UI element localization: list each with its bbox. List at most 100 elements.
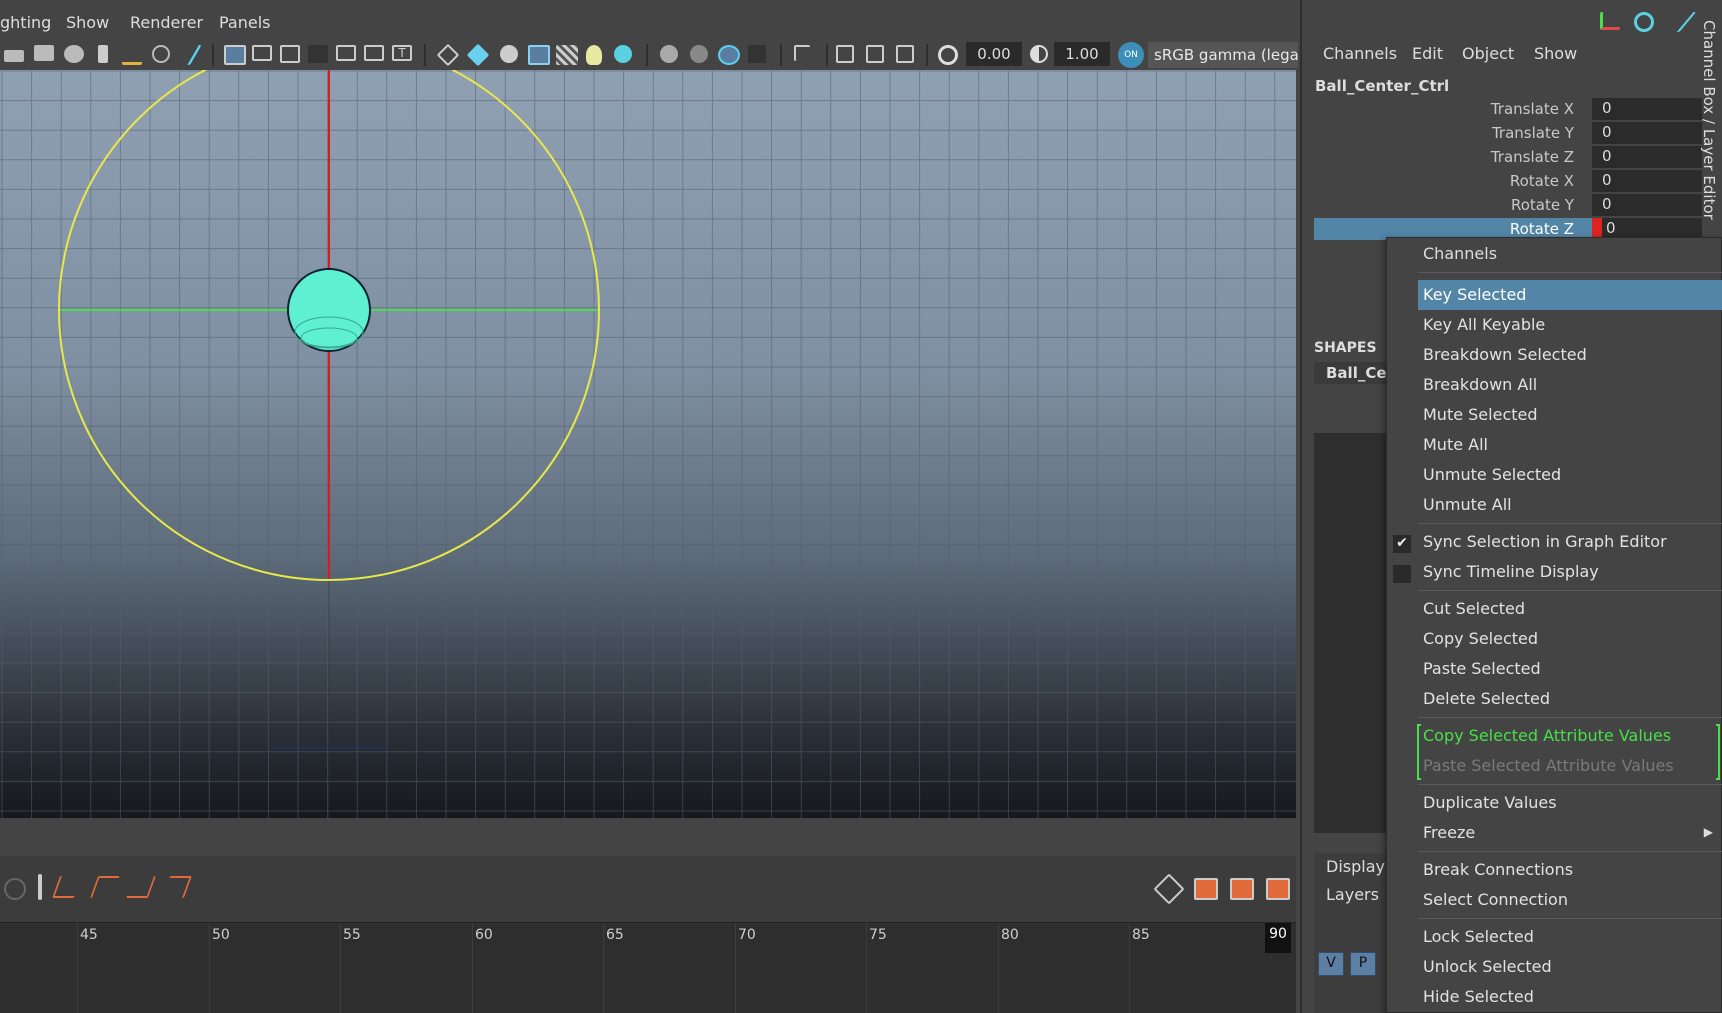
view-transform-dropdown[interactable]: sRGB gamma (legacy — [1148, 42, 1298, 68]
attr-value-field[interactable]: 0 — [1592, 122, 1702, 144]
smooth-shade-icon[interactable] — [466, 43, 490, 67]
exposure-icon[interactable] — [938, 45, 958, 65]
checkbox-checked-icon[interactable]: ✔ — [1393, 535, 1411, 553]
key-tick-icon[interactable] — [38, 874, 42, 900]
menu-unmute-all[interactable]: Unmute All — [1418, 490, 1722, 520]
isolate-select-icon[interactable] — [794, 45, 810, 61]
attr-value-field[interactable]: 0 — [1592, 194, 1702, 216]
attr-value-field[interactable]: 0 — [1592, 98, 1702, 120]
menu-mute-all[interactable]: Mute All — [1418, 430, 1722, 460]
attr-row-translate-z[interactable]: Translate Z 0 — [1314, 146, 1702, 168]
clamped-tangent-icon[interactable] — [89, 876, 121, 898]
menu-unlock-selected[interactable]: Unlock Selected — [1418, 952, 1722, 982]
perspective-viewport[interactable] — [0, 70, 1296, 818]
attr-value-field[interactable]: 0 — [1592, 146, 1702, 168]
use-all-lights-icon[interactable] — [586, 45, 602, 65]
time-editor-icon[interactable] — [1266, 878, 1290, 900]
checkbox-unchecked-icon[interactable] — [1393, 565, 1411, 583]
shape-node-item[interactable]: Ball_Center_Ctrl — [1314, 362, 1394, 384]
menu-sync-selection-graph-editor[interactable]: Sync Selection in Graph Editor — [1418, 527, 1722, 557]
wireframe-on-shaded-icon[interactable] — [528, 45, 550, 65]
cb-menu-show[interactable]: Show — [1534, 44, 1577, 63]
attr-row-rotate-y[interactable]: Rotate Y 0 — [1314, 194, 1702, 216]
menu-copy-selected[interactable]: Copy Selected — [1418, 624, 1722, 654]
anti-aliasing-icon[interactable] — [718, 45, 740, 65]
current-frame-marker[interactable]: 90 — [1265, 923, 1291, 953]
channel-box-vertical-tab[interactable]: Channel Box / Layer Editor — [1696, 20, 1718, 220]
spline-tangent-icon[interactable] — [51, 876, 83, 898]
grease-pencil-icon[interactable] — [176, 45, 202, 65]
stepped-tangent-icon[interactable] — [161, 876, 193, 898]
image-plane-icon[interactable] — [122, 45, 142, 65]
camera-attributes-icon[interactable] — [64, 45, 84, 63]
menu-cut-selected[interactable]: Cut Selected — [1418, 594, 1722, 624]
depth-of-field-icon[interactable] — [748, 45, 766, 63]
menu-freeze[interactable]: Freeze — [1418, 818, 1722, 848]
cb-menu-object[interactable]: Object — [1462, 44, 1514, 63]
gamma-field[interactable]: 1.00 — [1054, 42, 1110, 66]
grid-icon[interactable] — [224, 45, 246, 65]
xray-active-components-icon[interactable] — [866, 45, 884, 63]
human-ik-icon[interactable] — [1634, 12, 1654, 32]
menu-key-selected[interactable]: Key Selected — [1418, 280, 1722, 310]
linear-tangent-icon[interactable] — [125, 876, 157, 898]
attr-row-translate-x[interactable]: Translate X 0 — [1314, 98, 1702, 120]
menu-select-connection[interactable]: Select Connection — [1418, 885, 1722, 915]
layer-playback-button[interactable]: P — [1350, 952, 1376, 976]
menu-unmute-selected[interactable]: Unmute Selected — [1418, 460, 1722, 490]
menu-lock-selected[interactable]: Lock Selected — [1418, 922, 1722, 952]
menu-key-all-keyable[interactable]: Key All Keyable — [1418, 310, 1722, 340]
textured-icon[interactable] — [556, 45, 578, 65]
resolution-gate-icon[interactable] — [280, 45, 300, 63]
graph-editor-icon[interactable] — [1194, 878, 1218, 900]
color-management-toggle[interactable]: ON — [1118, 42, 1144, 68]
menu-sync-timeline-display[interactable]: Sync Timeline Display — [1418, 557, 1722, 587]
shadows-icon[interactable] — [614, 45, 632, 63]
wireframe-icon[interactable] — [436, 43, 460, 67]
menu-break-connections[interactable]: Break Connections — [1418, 855, 1722, 885]
motion-blur-icon[interactable] — [690, 45, 708, 63]
menu-lighting[interactable]: ghting — [0, 13, 51, 32]
xray-icon[interactable] — [836, 45, 854, 63]
exposure-field[interactable]: 0.00 — [966, 42, 1022, 66]
tab-layers[interactable]: Layers — [1326, 885, 1379, 904]
menu-delete-selected[interactable]: Delete Selected — [1418, 684, 1722, 714]
dope-sheet-icon[interactable] — [1230, 878, 1254, 900]
bookmark-icon[interactable] — [98, 45, 108, 63]
menu-mute-selected[interactable]: Mute Selected — [1418, 400, 1722, 430]
screen-space-ao-icon[interactable] — [660, 45, 678, 63]
selected-object-name[interactable]: Ball_Center_Ctrl — [1315, 77, 1449, 95]
menu-breakdown-all[interactable]: Breakdown All — [1418, 370, 1722, 400]
xray-joints-icon[interactable] — [896, 45, 914, 63]
menu-renderer[interactable]: Renderer — [130, 13, 203, 32]
menu-paste-selected[interactable]: Paste Selected — [1418, 654, 1722, 684]
safe-title-icon[interactable]: T — [392, 45, 412, 61]
gate-mask-icon[interactable] — [308, 45, 328, 63]
modeling-toolkit-icon[interactable] — [1600, 12, 1620, 30]
gamma-icon[interactable] — [1030, 45, 1048, 63]
two-d-pan-zoom-icon[interactable] — [152, 45, 170, 63]
auto-key-icon[interactable] — [4, 878, 26, 900]
move-icon[interactable] — [1153, 873, 1185, 905]
attr-value-field[interactable]: 0 — [1592, 170, 1702, 192]
menu-panels[interactable]: Panels — [219, 13, 271, 32]
cb-menu-channels[interactable]: Channels — [1323, 44, 1397, 63]
lock-camera-icon[interactable] — [34, 45, 54, 61]
film-gate-icon[interactable] — [252, 45, 272, 61]
field-chart-icon[interactable] — [336, 45, 356, 61]
attr-row-translate-y[interactable]: Translate Y 0 — [1314, 122, 1702, 144]
camera-select-icon[interactable] — [4, 50, 24, 62]
menu-copy-selected-attribute-values[interactable]: Copy Selected Attribute Values — [1418, 721, 1722, 751]
use-default-material-icon[interactable] — [500, 45, 518, 63]
safe-action-icon[interactable] — [364, 45, 384, 61]
attribute-editor-icon[interactable] — [1659, 12, 1697, 32]
time-slider[interactable]: 45 50 55 60 65 70 75 80 85 90 — [0, 922, 1296, 1013]
attr-row-rotate-x[interactable]: Rotate X 0 — [1314, 170, 1702, 192]
tab-display[interactable]: Display — [1326, 857, 1385, 876]
menu-breakdown-selected[interactable]: Breakdown Selected — [1418, 340, 1722, 370]
menu-hide-selected[interactable]: Hide Selected — [1418, 982, 1722, 1012]
menu-show[interactable]: Show — [66, 13, 109, 32]
layer-visibility-button[interactable]: V — [1318, 952, 1344, 976]
menu-duplicate-values[interactable]: Duplicate Values — [1418, 788, 1722, 818]
cb-menu-edit[interactable]: Edit — [1412, 44, 1443, 63]
